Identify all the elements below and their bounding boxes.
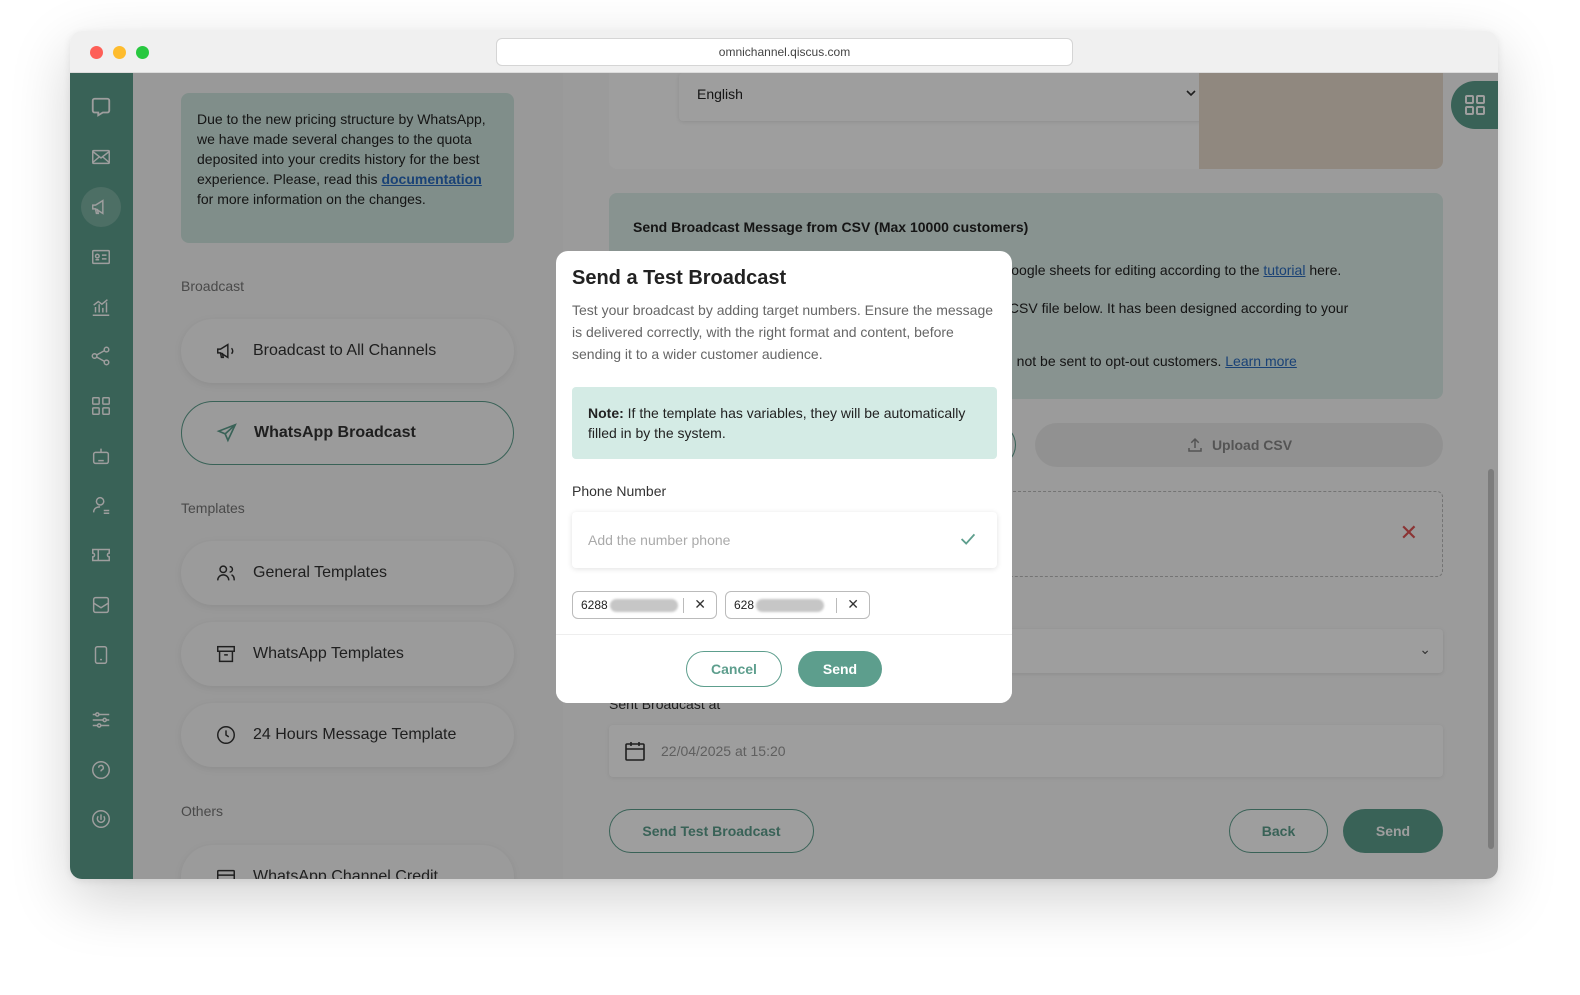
test-broadcast-modal: Send a Test Broadcast Test your broadcas… [556,251,1012,703]
modal-footer: Cancel Send [556,634,1012,703]
browser-window: omnichannel.qiscus.com Due to the new pr… [70,31,1498,879]
modal-description: Test your broadcast by adding target num… [572,302,994,362]
check-icon[interactable] [957,528,979,550]
maximize-window-button[interactable] [136,46,149,59]
remove-chip-icon[interactable]: ✕ [847,596,859,613]
phone-chip-prefix: 6288 [581,598,608,612]
app-body: Due to the new pricing structure by What… [70,73,1498,879]
redacted-number [609,598,678,612]
note-text: If the template has variables, they will… [588,405,966,441]
note-label: Note: [588,405,624,421]
phone-number-input[interactable]: Add the number phone [572,512,997,568]
remove-chip-icon[interactable]: ✕ [694,596,706,613]
phone-chip: 628 ✕ [725,591,870,619]
phone-number-label: Phone Number [572,483,667,499]
redacted-number [756,598,825,612]
modal-title: Send a Test Broadcast [572,267,787,289]
minimize-window-button[interactable] [113,46,126,59]
close-window-button[interactable] [90,46,103,59]
browser-titlebar: omnichannel.qiscus.com [70,31,1498,73]
phone-placeholder: Add the number phone [588,532,731,548]
address-bar[interactable]: omnichannel.qiscus.com [496,38,1073,66]
modal-send-button[interactable]: Send [798,651,882,687]
phone-chip: 6288 ✕ [572,591,717,619]
modal-cancel-button[interactable]: Cancel [686,651,782,687]
variables-note: Note: If the template has variables, the… [572,387,997,459]
phone-chip-prefix: 628 [734,598,755,612]
